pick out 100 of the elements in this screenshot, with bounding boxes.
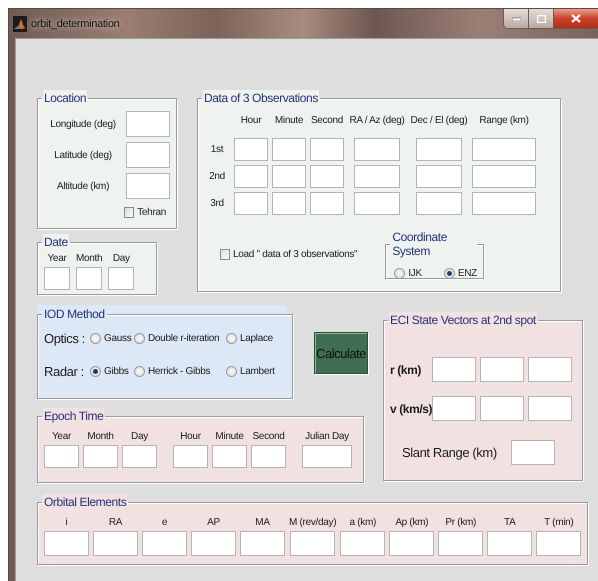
text-field[interactable] xyxy=(44,445,79,468)
text-field[interactable] xyxy=(212,445,247,468)
text-field[interactable] xyxy=(126,111,170,137)
text-field[interactable] xyxy=(528,357,572,382)
checkbox[interactable] xyxy=(220,248,230,260)
text-field[interactable] xyxy=(472,192,536,215)
text-field[interactable] xyxy=(354,165,400,188)
close-button[interactable] xyxy=(554,9,598,28)
column-header: a (km) xyxy=(350,517,376,528)
text-field[interactable] xyxy=(310,138,344,161)
text-field[interactable] xyxy=(272,165,306,188)
panel-title: Date xyxy=(43,234,69,249)
text-field[interactable] xyxy=(272,192,306,215)
radio-button[interactable] xyxy=(394,268,406,279)
column-header: Second xyxy=(252,431,285,442)
text-field[interactable] xyxy=(83,445,118,468)
text-field[interactable] xyxy=(126,173,170,199)
radio-button[interactable] xyxy=(90,366,101,377)
text-field[interactable] xyxy=(354,138,400,161)
text-field[interactable] xyxy=(234,165,268,188)
text-field[interactable] xyxy=(290,531,336,556)
text-field[interactable] xyxy=(240,531,285,556)
row-label: 2nd xyxy=(208,171,226,182)
radio-button[interactable] xyxy=(226,366,237,377)
panel-title: Epoch Time xyxy=(43,408,104,423)
text-field[interactable] xyxy=(480,396,524,421)
text-field[interactable] xyxy=(487,531,532,556)
radio-button[interactable] xyxy=(444,268,455,279)
logo-icon xyxy=(13,16,27,32)
text-field[interactable] xyxy=(354,192,400,215)
panel-title: Coordinate System xyxy=(391,229,476,258)
panel-title: IOD Method xyxy=(43,306,106,321)
text-field[interactable] xyxy=(310,165,344,188)
text-field[interactable] xyxy=(93,531,138,556)
column-header: AP xyxy=(207,517,220,528)
text-field[interactable] xyxy=(108,267,134,290)
text-field[interactable] xyxy=(438,531,484,556)
column-header: Julian Day xyxy=(305,431,349,442)
radio-label: Gauss xyxy=(104,333,132,344)
text-field[interactable] xyxy=(340,531,386,556)
row-label: r (km) xyxy=(390,362,422,376)
text-field[interactable] xyxy=(126,142,170,168)
field-label: Slant Range (km) xyxy=(402,445,497,460)
text-field[interactable] xyxy=(416,138,462,161)
text-field[interactable] xyxy=(142,531,187,556)
text-field[interactable] xyxy=(389,531,434,556)
column-header: Pr (km) xyxy=(445,517,476,528)
column-header: M (rev/day) xyxy=(289,517,336,528)
radio-label: Herrick - Gibbs xyxy=(148,366,210,377)
text-field[interactable] xyxy=(272,138,306,161)
column-header: RA / Az (deg) xyxy=(348,115,406,126)
column-header: RA xyxy=(108,517,122,528)
radio-label: Lambert xyxy=(240,366,275,377)
column-header: Minute xyxy=(274,115,304,126)
text-field[interactable] xyxy=(76,267,102,290)
minimize-icon xyxy=(512,16,520,20)
text-field[interactable] xyxy=(432,357,476,382)
column-header: Hour xyxy=(240,115,262,126)
text-field[interactable] xyxy=(536,531,582,556)
calculate-button[interactable]: Calculate xyxy=(314,332,368,374)
group-label: Radar : xyxy=(44,364,85,379)
text-field[interactable] xyxy=(472,138,536,161)
text-field[interactable] xyxy=(302,445,352,468)
text-field[interactable] xyxy=(416,165,462,188)
text-field[interactable] xyxy=(310,192,344,215)
radio-button[interactable] xyxy=(90,333,101,344)
checkbox[interactable] xyxy=(124,207,134,218)
column-header: Hour xyxy=(180,431,201,442)
text-field[interactable] xyxy=(251,445,286,468)
radio-button[interactable] xyxy=(134,333,145,344)
column-header: T (min) xyxy=(544,517,574,528)
field-label: Altitude (km) xyxy=(56,180,110,192)
text-field[interactable] xyxy=(234,192,268,215)
column-header: Minute xyxy=(215,431,244,442)
minimize-button[interactable] xyxy=(504,9,529,28)
text-field[interactable] xyxy=(44,531,89,556)
text-field[interactable] xyxy=(480,357,524,382)
text-field[interactable] xyxy=(510,440,555,465)
text-field[interactable] xyxy=(528,396,572,421)
radio-button[interactable] xyxy=(134,366,145,377)
maximize-button[interactable] xyxy=(529,9,554,28)
group-label: Optics : xyxy=(44,331,86,346)
checkbox-label: Load " data of 3 observations" xyxy=(233,248,358,260)
radio-label: Gibbs xyxy=(104,366,129,377)
panel-title: ECI State Vectors at 2nd spot xyxy=(389,312,537,327)
column-header: Year xyxy=(47,253,66,264)
radio-button[interactable] xyxy=(226,333,237,344)
text-field[interactable] xyxy=(173,445,208,468)
column-header: Year xyxy=(52,431,71,442)
column-header: Dec / El (deg) xyxy=(410,115,468,126)
column-header: Month xyxy=(76,253,102,264)
text-field[interactable] xyxy=(416,192,462,215)
text-field[interactable] xyxy=(432,396,476,421)
text-field[interactable] xyxy=(472,165,536,188)
text-field[interactable] xyxy=(44,267,70,290)
panel-title: Data of 3 Observations xyxy=(203,90,319,105)
text-field[interactable] xyxy=(122,445,157,468)
radio-label: Double r-iteration xyxy=(148,333,220,344)
text-field[interactable] xyxy=(191,531,236,556)
text-field[interactable] xyxy=(234,138,268,161)
